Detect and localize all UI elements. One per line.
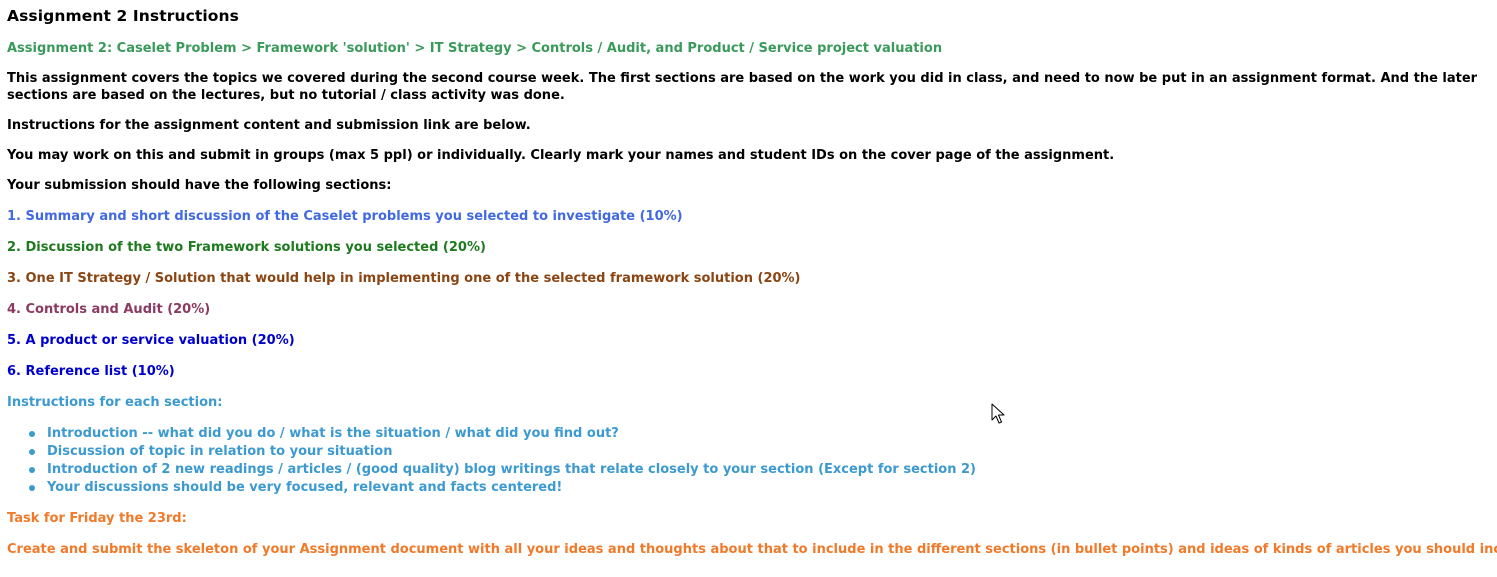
each-section-heading: Instructions for each section: (7, 395, 223, 410)
intro-paragraph: This assignment covers the topics we cov… (7, 71, 1478, 103)
list-item: Introduction of 2 new readings / article… (29, 461, 976, 479)
list-item-text: Your discussions should be very focused,… (47, 480, 563, 495)
list-item-text: Introduction of 2 new readings / article… (47, 462, 976, 477)
task-heading: Task for Friday the 23rd: (7, 511, 187, 526)
section-item-1: 1. Summary and short discussion of the C… (7, 209, 683, 224)
section-item-5: 5. A product or service valuation (20%) (7, 333, 295, 348)
section-item-3: 3. One IT Strategy / Solution that would… (7, 271, 801, 286)
list-item-text: Introduction -- what did you do / what i… (47, 426, 619, 441)
section-item-6: 6. Reference list (10%) (7, 364, 175, 379)
list-item: Discussion of topic in relation to your … (29, 443, 976, 461)
section-item-4: 4. Controls and Audit (20%) (7, 302, 211, 317)
groups-line: You may work on this and submit in group… (7, 148, 1115, 163)
section-item-2: 2. Discussion of the two Framework solut… (7, 240, 486, 255)
page-title: Assignment 2 Instructions (7, 7, 240, 25)
sections-intro: Your submission should have the followin… (7, 178, 392, 193)
bullet-icon (29, 431, 35, 437)
instructions-line: Instructions for the assignment content … (7, 118, 531, 133)
mouse-pointer-icon (991, 403, 1005, 424)
bullet-icon (29, 485, 35, 491)
breadcrumb: Assignment 2: Caselet Problem > Framewor… (7, 41, 943, 56)
bullet-icon (29, 467, 35, 473)
list-item: Introduction -- what did you do / what i… (29, 425, 976, 443)
section-instructions-list: Introduction -- what did you do / what i… (29, 425, 976, 497)
bullet-icon (29, 449, 35, 455)
list-item: Your discussions should be very focused,… (29, 479, 976, 497)
task-text: Create and submit the skeleton of your A… (7, 542, 1497, 557)
list-item-text: Discussion of topic in relation to your … (47, 444, 393, 459)
